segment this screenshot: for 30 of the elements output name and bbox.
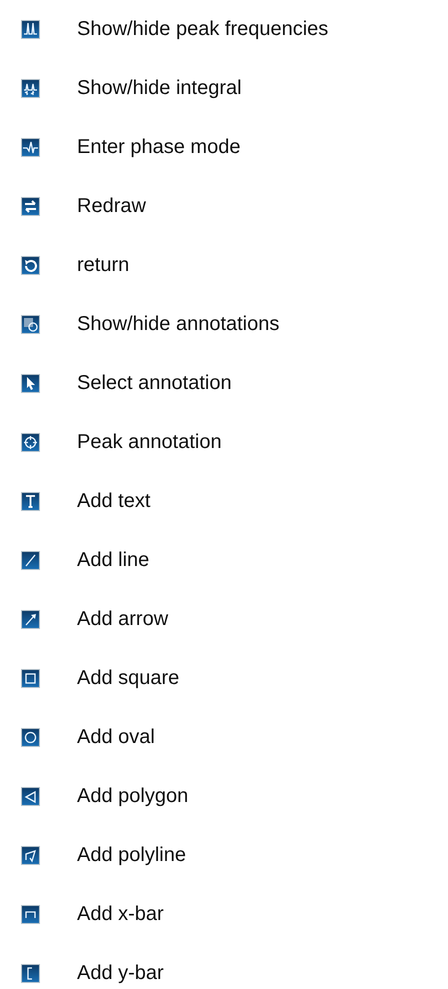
cursor-icon[interactable] <box>21 374 40 393</box>
icon-label: Add polyline <box>77 844 186 867</box>
icon-label: Add x-bar <box>77 903 164 926</box>
icon-label: Show/hide integral <box>77 77 242 100</box>
icon-label: Show/hide annotations <box>77 313 280 336</box>
icon-label: Enter phase mode <box>77 136 240 159</box>
icon-label: Redraw <box>77 195 146 218</box>
icon-label: Add polygon <box>77 785 188 808</box>
crosshair-icon[interactable] <box>21 433 40 452</box>
icon-label: Add arrow <box>77 608 168 631</box>
icon-label: Peak annotation <box>77 431 222 454</box>
polyline-icon[interactable] <box>21 846 40 865</box>
integral-icon[interactable] <box>21 79 40 98</box>
text-icon[interactable] <box>21 492 40 511</box>
icon-label: return <box>77 254 130 277</box>
icon-label: Add text <box>77 490 150 513</box>
redraw-icon[interactable] <box>21 197 40 216</box>
annotation-icon[interactable] <box>21 315 40 334</box>
waveform-icon[interactable] <box>21 138 40 157</box>
peaks-icon[interactable] <box>21 20 40 39</box>
bracket-icon[interactable] <box>21 964 40 983</box>
icon-label: Select annotation <box>77 372 232 395</box>
rotate-icon[interactable] <box>21 256 40 275</box>
icon-label: Add square <box>77 667 180 690</box>
bar-icon[interactable] <box>21 905 40 924</box>
icon-label: Add line <box>77 549 150 572</box>
icon-label: Add y-bar <box>77 962 164 985</box>
icon-label: Show/hide peak frequencies <box>77 18 328 41</box>
square-icon[interactable] <box>21 669 40 688</box>
icon-label: Add oval <box>77 726 155 749</box>
